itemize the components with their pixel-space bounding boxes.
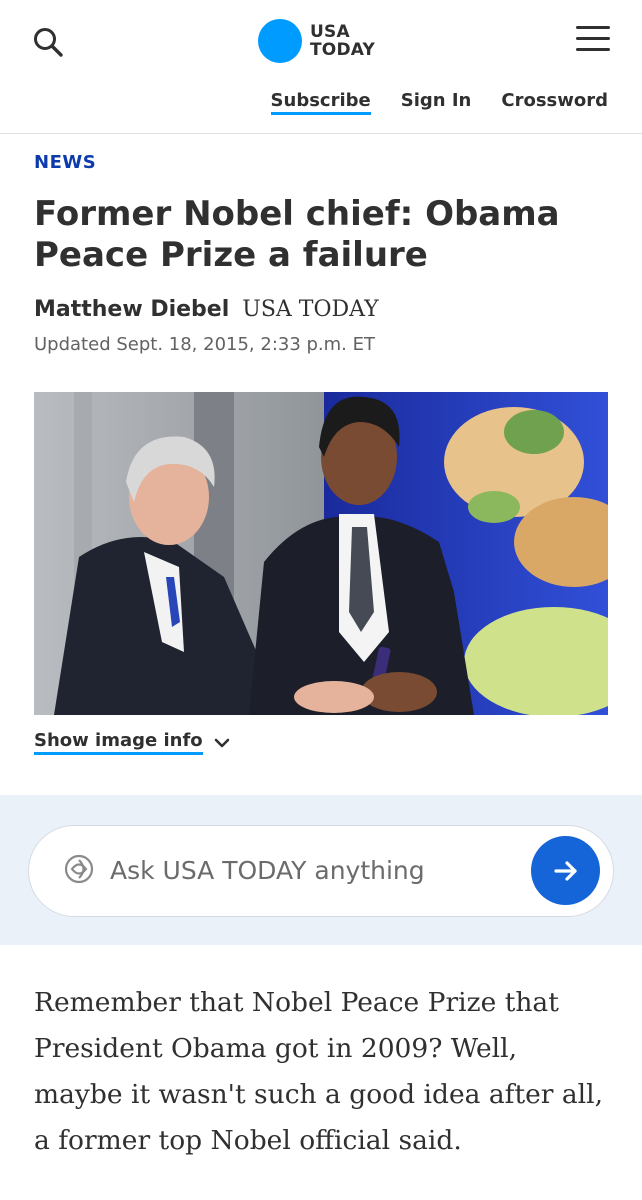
logo-line-2: TODAY bbox=[310, 40, 375, 60]
article-headline: Former Nobel chief: Obama Peace Prize a … bbox=[34, 194, 560, 275]
arrow-right-icon bbox=[553, 860, 577, 881]
hamburger-menu-icon bbox=[576, 26, 610, 51]
ask-submit-button[interactable] bbox=[531, 836, 600, 905]
subscribe-link[interactable]: Subscribe bbox=[270, 90, 371, 115]
search-button[interactable] bbox=[30, 24, 66, 60]
show-image-info-toggle[interactable]: Show image info bbox=[34, 730, 231, 755]
chevron-down-icon bbox=[214, 738, 229, 747]
search-icon bbox=[34, 28, 63, 57]
site-header: USA TODAY Subscribe Sign In Crossword bbox=[0, 0, 642, 134]
logo-line-1: USA bbox=[310, 22, 350, 42]
show-image-info-label: Show image info bbox=[34, 730, 203, 755]
author-organization: USA TODAY bbox=[242, 297, 379, 322]
section-label[interactable]: NEWS bbox=[34, 152, 96, 173]
updated-timestamp: Updated Sept. 18, 2015, 2:33 p.m. ET bbox=[34, 334, 375, 355]
photo-illustration bbox=[34, 392, 608, 715]
ai-sparkle-icon bbox=[64, 854, 94, 884]
usa-today-logo[interactable]: USA TODAY bbox=[258, 19, 375, 63]
header-nav: Subscribe Sign In Crossword bbox=[270, 90, 608, 115]
byline: Matthew Diebel USA TODAY bbox=[34, 297, 379, 322]
article-photo[interactable] bbox=[34, 392, 608, 715]
sign-in-link[interactable]: Sign In bbox=[401, 90, 472, 115]
logo-circle bbox=[258, 19, 302, 63]
author-name[interactable]: Matthew Diebel bbox=[34, 297, 229, 322]
article-body-paragraph: Remember that Nobel Peace Prize that Pre… bbox=[34, 987, 604, 1156]
ask-input[interactable] bbox=[110, 853, 510, 887]
menu-button[interactable] bbox=[576, 26, 610, 54]
logo-wordmark: USA TODAY bbox=[310, 23, 375, 59]
crossword-link[interactable]: Crossword bbox=[501, 90, 608, 115]
